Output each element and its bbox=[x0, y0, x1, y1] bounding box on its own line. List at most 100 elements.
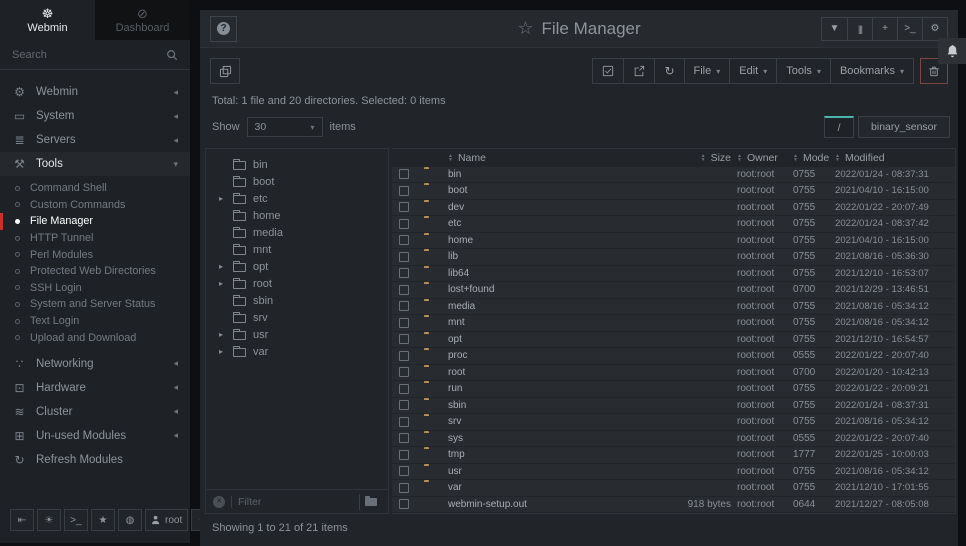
tree-filter-input[interactable] bbox=[238, 496, 353, 508]
row-checkbox[interactable] bbox=[399, 219, 409, 229]
table-row[interactable]: root root:root 0700 2022/01/20 - 10:42:1… bbox=[392, 365, 955, 381]
toolbar-menu[interactable]: Edit ▾ bbox=[729, 59, 776, 83]
row-checkbox[interactable] bbox=[399, 334, 409, 344]
file-name[interactable]: run bbox=[448, 383, 571, 394]
file-name[interactable]: tmp bbox=[448, 449, 571, 460]
expand-arrow-icon[interactable]: ▸ bbox=[216, 279, 226, 288]
file-name[interactable]: boot bbox=[448, 185, 571, 196]
tree-item[interactable]: bin bbox=[206, 156, 388, 173]
table-row[interactable]: lost+found root:root 0700 2021/12/29 - 1… bbox=[392, 282, 955, 298]
file-name[interactable]: mnt bbox=[448, 317, 571, 328]
table-row[interactable]: opt root:root 0755 2021/12/10 - 16:54:57 bbox=[392, 332, 955, 348]
sidebar-category[interactable]: ⚙ Webmin ◂ bbox=[0, 80, 190, 104]
settings-button[interactable]: ⚙ bbox=[922, 18, 947, 40]
table-row[interactable]: dev root:root 0755 2022/01/22 - 20:07:49 bbox=[392, 200, 955, 216]
sidebar-item[interactable]: Protected Web Directories bbox=[0, 263, 190, 280]
row-checkbox[interactable] bbox=[399, 235, 409, 245]
table-row[interactable]: sys root:root 0555 2022/01/22 - 20:07:40 bbox=[392, 431, 955, 447]
row-checkbox[interactable] bbox=[399, 285, 409, 295]
file-name[interactable]: bin bbox=[448, 169, 571, 180]
row-checkbox[interactable] bbox=[399, 483, 409, 493]
table-row[interactable]: srv root:root 0755 2021/08/16 - 05:34:12 bbox=[392, 414, 955, 430]
favorite-star-icon[interactable]: ☆ bbox=[517, 18, 533, 39]
terminal-button[interactable]: >_ bbox=[64, 509, 88, 531]
sidebar-item[interactable]: Command Shell bbox=[0, 180, 190, 197]
sidebar-item[interactable]: Upload and Download bbox=[0, 329, 190, 346]
table-row[interactable]: lib root:root 0755 2021/08/16 - 05:36:30 bbox=[392, 249, 955, 265]
sidebar-item[interactable]: Custom Commands bbox=[0, 197, 190, 214]
row-checkbox[interactable] bbox=[399, 466, 409, 476]
expand-arrow-icon[interactable]: ▸ bbox=[216, 262, 226, 271]
row-checkbox[interactable] bbox=[399, 450, 409, 460]
file-name[interactable]: lost+found bbox=[448, 284, 571, 295]
row-checkbox[interactable] bbox=[399, 186, 409, 196]
sidebar-item[interactable]: Perl Modules bbox=[0, 246, 190, 263]
export-button[interactable] bbox=[623, 59, 654, 83]
tree-item[interactable]: sbin bbox=[206, 292, 388, 309]
tree-item[interactable]: ▸ root bbox=[206, 275, 388, 292]
toolbar-menu[interactable]: File ▾ bbox=[684, 59, 730, 83]
row-checkbox[interactable] bbox=[399, 301, 409, 311]
row-checkbox[interactable] bbox=[399, 400, 409, 410]
table-row[interactable]: boot root:root 0755 2021/04/10 - 16:15:0… bbox=[392, 183, 955, 199]
table-row[interactable]: home root:root 0755 2021/04/10 - 16:15:0… bbox=[392, 233, 955, 249]
row-checkbox[interactable] bbox=[399, 417, 409, 427]
search-input[interactable] bbox=[12, 49, 166, 61]
clear-filter-icon[interactable]: ✕ bbox=[213, 496, 225, 508]
notifications-tab[interactable] bbox=[938, 38, 966, 64]
tree-item[interactable]: boot bbox=[206, 173, 388, 190]
file-name[interactable]: opt bbox=[448, 334, 571, 345]
expand-arrow-icon[interactable]: ▸ bbox=[216, 194, 226, 203]
refresh-button[interactable]: ↻ bbox=[654, 59, 683, 83]
row-checkbox[interactable] bbox=[399, 384, 409, 394]
file-name[interactable]: media bbox=[448, 301, 571, 312]
file-name[interactable]: usr bbox=[448, 466, 571, 477]
file-name[interactable]: lib bbox=[448, 251, 571, 262]
file-name[interactable]: sys bbox=[448, 433, 571, 444]
sidebar-item[interactable]: HTTP Tunnel bbox=[0, 230, 190, 247]
breadcrumb-current[interactable]: binary_sensor bbox=[858, 116, 950, 138]
row-checkbox[interactable] bbox=[399, 252, 409, 262]
theme-button[interactable]: ☀ bbox=[37, 509, 61, 531]
column-header-mode[interactable]: ▲▼ Mode bbox=[793, 152, 835, 164]
help-button[interactable]: ? bbox=[210, 16, 237, 42]
palette-button[interactable]: ◍ bbox=[118, 509, 142, 531]
tree-item[interactable]: mnt bbox=[206, 241, 388, 258]
table-row[interactable]: etc root:root 0755 2022/01/24 - 08:37:42 bbox=[392, 216, 955, 232]
table-row[interactable]: usr root:root 0755 2021/08/16 - 05:34:12 bbox=[392, 464, 955, 480]
sidebar-category[interactable]: ⊞ Un-used Modules ◂ bbox=[0, 424, 190, 448]
sidebar-category[interactable]: ⚒ Tools ▾ bbox=[0, 152, 190, 176]
row-checkbox[interactable] bbox=[399, 202, 409, 212]
columns-button[interactable]: ||| bbox=[847, 18, 872, 40]
file-name[interactable]: var bbox=[448, 482, 571, 493]
tree-item[interactable]: ▸ etc bbox=[206, 190, 388, 207]
tree-item[interactable]: ▸ opt bbox=[206, 258, 388, 275]
filter-button[interactable]: ▼ bbox=[822, 18, 847, 40]
expand-arrow-icon[interactable]: ▸ bbox=[216, 330, 226, 339]
toolbar-menu[interactable]: Tools ▾ bbox=[776, 59, 830, 83]
file-name[interactable]: home bbox=[448, 235, 571, 246]
table-row[interactable]: tmp root:root 1777 2022/01/25 - 10:00:03 bbox=[392, 447, 955, 463]
file-name[interactable]: proc bbox=[448, 350, 571, 361]
file-name[interactable]: sbin bbox=[448, 400, 571, 411]
column-header-modified[interactable]: ▲▼ Modified bbox=[835, 152, 955, 164]
sidebar-item[interactable]: File Manager bbox=[0, 213, 190, 230]
sidebar-category[interactable]: ≣ Servers ◂ bbox=[0, 128, 190, 152]
row-checkbox[interactable] bbox=[399, 433, 409, 443]
goto-folder-button[interactable] bbox=[359, 494, 381, 510]
table-row[interactable]: bin root:root 0755 2022/01/24 - 08:37:31 bbox=[392, 167, 955, 183]
file-name[interactable]: root bbox=[448, 367, 571, 378]
tab-dashboard[interactable]: ⊘ Dashboard bbox=[95, 0, 190, 40]
sidebar-item[interactable]: SSH Login bbox=[0, 280, 190, 297]
page-size-select[interactable]: 30 ▾ bbox=[247, 117, 323, 137]
column-header-name[interactable]: ▲▼ Name bbox=[448, 152, 571, 164]
table-row[interactable]: proc root:root 0555 2022/01/22 - 20:07:4… bbox=[392, 348, 955, 364]
shell-button[interactable]: >_ bbox=[897, 18, 922, 40]
row-checkbox[interactable] bbox=[399, 169, 409, 179]
sidebar-item[interactable]: Text Login bbox=[0, 313, 190, 330]
file-name[interactable]: srv bbox=[448, 416, 571, 427]
table-row[interactable]: webmin-setup.out 918 bytes root:root 064… bbox=[392, 497, 955, 513]
row-checkbox[interactable] bbox=[399, 268, 409, 278]
sidebar-category[interactable]: ≋ Cluster ◂ bbox=[0, 400, 190, 424]
tree-item[interactable]: srv bbox=[206, 309, 388, 326]
